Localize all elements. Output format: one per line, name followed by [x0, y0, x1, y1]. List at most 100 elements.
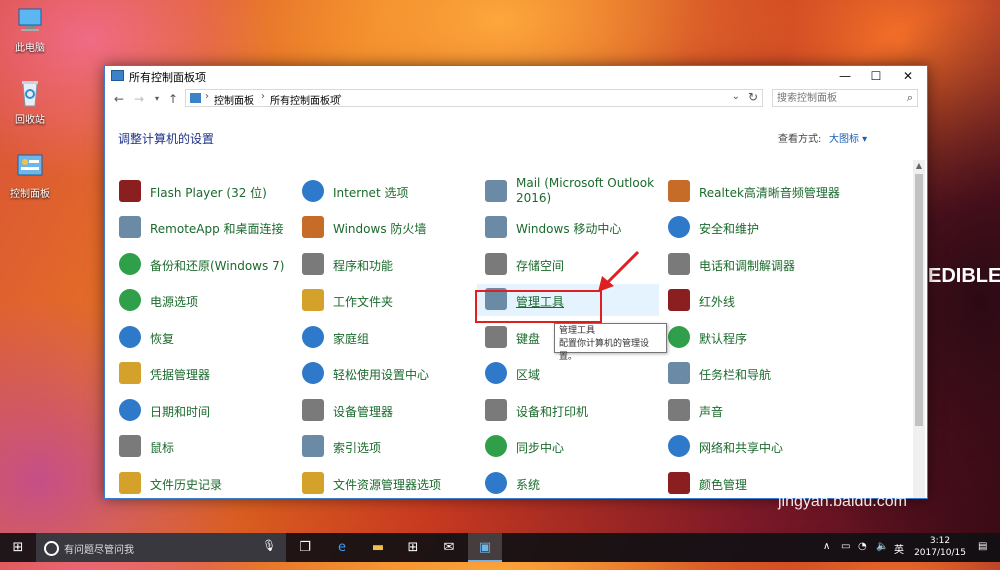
- folder-icon: [302, 289, 324, 311]
- taskbar-search-box[interactable]: 有问题尽管问我 🎙: [36, 533, 286, 562]
- chevron-right-icon[interactable]: ›: [338, 91, 342, 102]
- up-icon[interactable]: ↑: [165, 91, 181, 107]
- item-firewall[interactable]: Windows 防火墙: [302, 212, 472, 242]
- item-sound[interactable]: 声音: [668, 395, 838, 425]
- item-label: 电源选项: [150, 295, 199, 309]
- task-view-icon[interactable]: ❐: [288, 533, 322, 562]
- flag-icon: [668, 216, 690, 238]
- maximize-button[interactable]: ☐: [860, 66, 892, 86]
- scroll-up-icon[interactable]: ▲: [913, 160, 925, 172]
- minimize-button[interactable]: —: [829, 66, 861, 86]
- edge-browser-icon[interactable]: e: [325, 533, 359, 562]
- item-label: 系统: [516, 478, 541, 492]
- ime-indicator[interactable]: 英: [894, 541, 904, 570]
- keyboard-icon: [485, 326, 507, 348]
- device-manager-icon: [302, 399, 324, 421]
- system-clock[interactable]: 3:12 2017/10/15: [910, 535, 970, 559]
- item-ease-of-access[interactable]: 轻松使用设置中心: [302, 358, 472, 388]
- chevron-down-icon[interactable]: ⌄: [732, 91, 740, 102]
- item-remoteapp[interactable]: RemoteApp 和桌面连接: [119, 212, 289, 242]
- item-homegroup[interactable]: 家庭组: [302, 322, 472, 352]
- item-label: RemoteApp 和桌面连接: [150, 222, 284, 236]
- recent-dropdown-icon[interactable]: ▾: [149, 91, 165, 107]
- item-system[interactable]: 系统: [485, 468, 655, 498]
- battery-icon[interactable]: ▭: [841, 541, 850, 570]
- item-device-manager[interactable]: 设备管理器: [302, 395, 472, 425]
- item-work-folders[interactable]: 工作文件夹: [302, 285, 472, 315]
- mail-app-icon[interactable]: ✉: [432, 533, 466, 562]
- item-backup-restore[interactable]: 备份和还原(Windows 7): [119, 249, 289, 279]
- item-label: 红外线: [699, 295, 736, 309]
- view-by-dropdown[interactable]: 大图标 ▾: [829, 130, 867, 145]
- search-box[interactable]: ⌕: [772, 89, 918, 107]
- default-programs-icon: [668, 326, 690, 348]
- item-mail[interactable]: Mail (Microsoft Outlook 2016): [485, 176, 655, 206]
- item-label: 索引选项: [333, 441, 382, 455]
- notification-icon[interactable]: ▤: [978, 541, 987, 570]
- item-mobility-center[interactable]: Windows 移动中心: [485, 212, 655, 242]
- credential-icon: [119, 362, 141, 384]
- desktop-icon-recycle-bin[interactable]: 回收站: [0, 78, 60, 126]
- item-indexing-options[interactable]: 索引选项: [302, 431, 472, 461]
- item-label: 凭据管理器: [150, 368, 211, 382]
- item-programs-features[interactable]: 程序和功能: [302, 249, 472, 279]
- refresh-icon[interactable]: ↻: [748, 90, 758, 104]
- item-infrared[interactable]: 红外线: [668, 285, 838, 315]
- item-phone-modem[interactable]: 电话和调制解调器: [668, 249, 838, 279]
- item-power-options[interactable]: 电源选项: [119, 285, 289, 315]
- chevron-up-icon[interactable]: ∧: [823, 541, 830, 570]
- power-icon: [119, 289, 141, 311]
- microphone-icon[interactable]: 🎙: [262, 539, 276, 552]
- item-label: 轻松使用设置中心: [333, 368, 430, 382]
- internet-options-icon: [302, 180, 324, 202]
- close-button[interactable]: ✕: [892, 66, 924, 86]
- network-tray-icon[interactable]: ◔: [858, 541, 867, 570]
- chevron-right-icon[interactable]: ›: [261, 91, 265, 102]
- item-internet-options[interactable]: Internet 选项: [302, 176, 472, 206]
- back-icon[interactable]: ←: [111, 91, 127, 107]
- item-default-programs[interactable]: 默认程序: [668, 322, 838, 352]
- vertical-scrollbar[interactable]: ▲: [913, 160, 925, 498]
- tooltip-description: 配置你计算机的管理设置。: [559, 339, 650, 362]
- desktop-icon-computer[interactable]: 此电脑: [0, 6, 60, 54]
- computer-icon: [13, 6, 47, 36]
- item-explorer-options[interactable]: 文件资源管理器选项: [302, 468, 472, 498]
- item-label: 鼠标: [150, 441, 175, 455]
- search-icon[interactable]: ⌕: [907, 91, 913, 105]
- forward-icon[interactable]: →: [131, 91, 147, 107]
- desktop-icon-control-panel[interactable]: 控制面板: [0, 152, 60, 200]
- breadcrumb-control-panel[interactable]: 控制面板: [214, 92, 254, 107]
- taskbar-search-placeholder: 有问题尽管问我: [64, 545, 134, 556]
- clock-time: 3:12: [929, 536, 951, 546]
- color-icon: [668, 472, 690, 494]
- control-panel-taskbar-icon[interactable]: ▣: [468, 533, 502, 562]
- address-bar[interactable]: › 控制面板 › 所有控制面板项 › ⌄ ↻: [185, 89, 763, 107]
- item-security-maintenance[interactable]: 安全和维护: [668, 212, 838, 242]
- item-realtek[interactable]: Realtek高清晰音频管理器: [668, 176, 868, 206]
- item-file-history[interactable]: 文件历史记录: [119, 468, 289, 498]
- item-label: 设备管理器: [333, 405, 394, 419]
- item-date-time[interactable]: 日期和时间: [119, 395, 289, 425]
- file-explorer-icon[interactable]: ▬: [361, 533, 395, 562]
- title-bar[interactable]: 所有控制面板项 — ☐ ✕: [105, 66, 927, 86]
- store-icon[interactable]: ⊞: [396, 533, 430, 562]
- item-mouse[interactable]: 鼠标: [119, 431, 289, 461]
- scrollbar-thumb[interactable]: [915, 174, 923, 426]
- volume-icon[interactable]: 🔈: [876, 541, 888, 570]
- item-label: 存储空间: [516, 259, 565, 273]
- item-sync-center[interactable]: 同步中心: [485, 431, 655, 461]
- item-recovery[interactable]: 恢复: [119, 322, 289, 352]
- page-title: 调整计算机的设置: [118, 132, 215, 146]
- backup-icon: [119, 253, 141, 275]
- search-input[interactable]: [777, 91, 897, 106]
- phone-icon: [668, 253, 690, 275]
- windows-start-icon[interactable]: ⊞: [0, 533, 36, 562]
- item-taskbar-navigation[interactable]: 任务栏和导航: [668, 358, 838, 388]
- taskbar-icon: [668, 362, 690, 384]
- item-credential-manager[interactable]: 凭据管理器: [119, 358, 289, 388]
- breadcrumb-all-items[interactable]: 所有控制面板项: [270, 92, 340, 107]
- item-devices-printers[interactable]: 设备和打印机: [485, 395, 655, 425]
- storage-icon: [485, 253, 507, 275]
- item-flash-player[interactable]: Flash Player (32 位): [119, 176, 289, 206]
- speaker-icon: [668, 180, 690, 202]
